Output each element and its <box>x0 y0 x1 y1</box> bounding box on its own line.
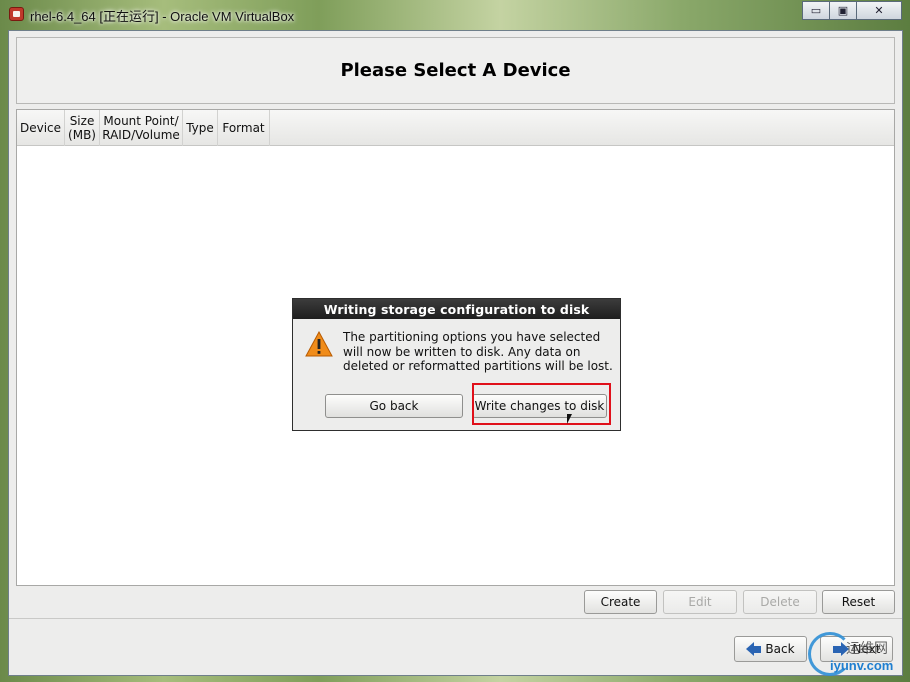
reset-button[interactable]: Reset <box>822 590 895 614</box>
page-title: Please Select A Device <box>340 60 571 81</box>
go-back-label: Go back <box>369 399 419 413</box>
warning-icon <box>305 331 333 357</box>
back-label: Back <box>765 642 795 656</box>
window-title: rhel-6.4_64 [正在运行] - Oracle VM VirtualBo… <box>30 9 295 24</box>
reset-label: Reset <box>841 595 876 609</box>
create-label: Create <box>600 595 641 609</box>
watermark-logo: 运维网 iyunv.com <box>808 632 908 678</box>
column-header-format[interactable]: Format <box>218 110 270 146</box>
header-panel: Please Select A Device <box>16 37 895 104</box>
column-header-device[interactable]: Device <box>17 110 65 146</box>
window-controls: ▭ ▣ ✕ <box>802 1 902 20</box>
delete-label: Delete <box>760 595 800 609</box>
divider <box>9 618 902 619</box>
table-header: Device Size (MB) Mount Point/ RAID/Volum… <box>17 110 894 146</box>
mouse-cursor-icon <box>567 414 572 424</box>
window-frame: rhel-6.4_64 [正在运行] - Oracle VM VirtualBo… <box>0 0 910 682</box>
dialog-message: The partitioning options you have select… <box>343 330 613 373</box>
column-header-mount-point[interactable]: Mount Point/ RAID/Volume <box>100 110 183 146</box>
edit-button[interactable]: Edit <box>663 590 737 614</box>
minimize-button[interactable]: ▭ <box>802 1 830 20</box>
create-button[interactable]: Create <box>584 590 657 614</box>
maximize-button[interactable]: ▣ <box>829 1 857 20</box>
column-header-type[interactable]: Type <box>183 110 218 146</box>
watermark-cn: 运维网 <box>846 641 888 657</box>
back-button[interactable]: Back <box>734 636 807 662</box>
go-back-button[interactable]: Go back <box>325 394 463 418</box>
virtualbox-app-icon <box>9 7 24 21</box>
column-header-size[interactable]: Size (MB) <box>65 110 100 146</box>
title-bar[interactable]: rhel-6.4_64 [正在运行] - Oracle VM VirtualBo… <box>0 0 910 28</box>
delete-button[interactable]: Delete <box>743 590 817 614</box>
highlight-box <box>472 383 611 425</box>
minimize-icon: ▭ <box>810 4 822 17</box>
dialog-title: Writing storage configuration to disk <box>293 299 620 319</box>
maximize-icon: ▣ <box>837 4 849 17</box>
edit-label: Edit <box>688 595 712 609</box>
close-button[interactable]: ✕ <box>856 1 902 20</box>
close-icon: ✕ <box>874 4 884 17</box>
watermark-en: iyunv.com <box>830 658 894 673</box>
